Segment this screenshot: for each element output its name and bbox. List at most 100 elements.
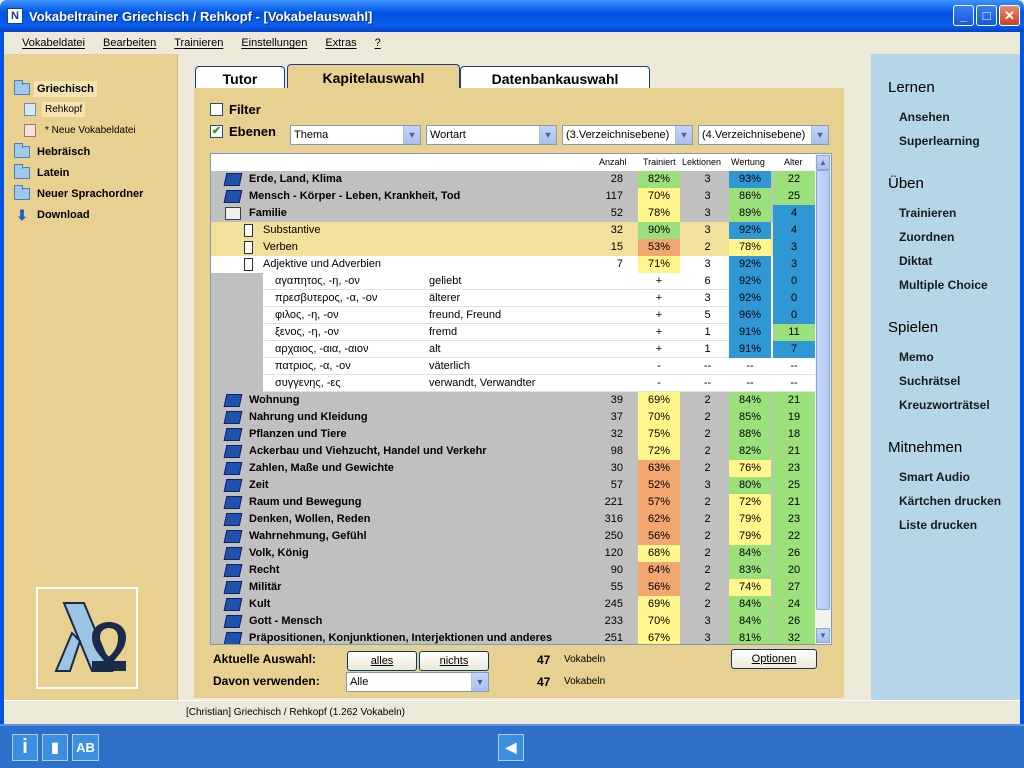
chapter-row[interactable]: Wohnung 39 69% 2 84% 21 xyxy=(211,392,815,409)
tree-item-new-file[interactable]: * Neue Vokabeldatei xyxy=(14,120,146,141)
tree-item-griechisch[interactable]: Griechisch xyxy=(14,78,146,99)
german-translation: freund, Freund xyxy=(429,309,502,321)
action-superlearning[interactable]: Superlearning xyxy=(899,134,980,148)
chapter-row[interactable]: Familie 52 78% 3 89% 4 xyxy=(211,205,815,222)
action-kreuzwortraetsel[interactable]: Kreuzworträtsel xyxy=(899,398,990,412)
book-icon xyxy=(223,496,243,509)
tab-tutor[interactable]: Tutor xyxy=(195,66,285,90)
vocab-row[interactable]: πρεσβυτερος, -α, -ον älterer +3 92% 0 xyxy=(211,290,815,307)
scroll-down-icon[interactable]: ▼ xyxy=(816,628,830,643)
chapter-name: Präpositionen, Konjunktionen, Interjekti… xyxy=(249,632,553,644)
tab-datenbankauswahl[interactable]: Datenbankauswahl xyxy=(460,66,650,90)
trained-percent: 69% xyxy=(638,596,680,613)
chapter-row[interactable]: Verben 15 53% 2 78% 3 xyxy=(211,239,815,256)
chapter-row[interactable]: Präpositionen, Konjunktionen, Interjekti… xyxy=(211,630,815,644)
action-multiple-choice[interactable]: Multiple Choice xyxy=(899,278,988,292)
row-indent xyxy=(211,290,263,307)
chevron-down-icon: ▼ xyxy=(675,126,692,144)
options-button[interactable]: Optionen xyxy=(731,649,817,669)
menu-bearbeiten[interactable]: Bearbeiten xyxy=(103,37,156,49)
chapter-count: 32 xyxy=(610,224,623,236)
chapter-row[interactable]: Militär 55 56% 2 74% 27 xyxy=(211,579,815,596)
action-memo[interactable]: Memo xyxy=(899,350,934,364)
ab-icon[interactable]: AB xyxy=(72,734,99,761)
level2-select[interactable]: Wortart ▼ xyxy=(426,125,557,145)
level1-select[interactable]: Thema ▼ xyxy=(290,125,421,145)
rating-percent: 72% xyxy=(729,494,771,511)
action-ansehen[interactable]: Ansehen xyxy=(899,110,950,124)
chapter-row[interactable]: Denken, Wollen, Reden 316 62% 2 79% 23 xyxy=(211,511,815,528)
chapter-name: Zahlen, Maße und Gewichte xyxy=(249,462,394,474)
menu-extras[interactable]: Extras xyxy=(325,37,356,49)
chapter-row[interactable]: Raum und Bewegung 221 57% 2 72% 21 xyxy=(211,494,815,511)
level4-select[interactable]: (4.Verzeichnisebene) ▼ xyxy=(698,125,829,145)
chapter-row[interactable]: Volk, König 120 68% 2 84% 26 xyxy=(211,545,815,562)
action-kaertchen-drucken[interactable]: Kärtchen drucken xyxy=(899,494,1001,508)
chapter-row[interactable]: Pflanzen und Tiere 32 75% 2 88% 18 xyxy=(211,426,815,443)
chapter-count: 316 xyxy=(604,513,623,525)
chapter-row[interactable]: Adjektive und Adverbien 7 71% 3 92% 3 xyxy=(211,256,815,273)
book-icon xyxy=(223,462,243,475)
rating-percent: 79% xyxy=(729,511,771,528)
chapter-grid[interactable]: Anzahl Trainiert Lektionen Wertung Alter… xyxy=(210,153,832,645)
select-all-button[interactable]: alles xyxy=(347,651,417,671)
level3-select[interactable]: (3.Verzeichnisebene) ▼ xyxy=(562,125,693,145)
menu-einstellungen[interactable]: Einstellungen xyxy=(241,37,307,49)
usage-select[interactable]: Alle ▼ xyxy=(346,672,489,692)
chapter-row[interactable]: Substantive 32 90% 3 92% 4 xyxy=(211,222,815,239)
maximize-button[interactable]: □ xyxy=(976,5,997,26)
scroll-thumb[interactable] xyxy=(816,170,830,610)
chapter-row[interactable]: Recht 90 64% 2 83% 20 xyxy=(211,562,815,579)
tree-item-download[interactable]: ⬇ Download xyxy=(14,204,146,225)
action-smart-audio[interactable]: Smart Audio xyxy=(899,470,970,484)
vocab-row[interactable]: φιλος, -η, -ον freund, Freund +5 96% 0 xyxy=(211,307,815,324)
greek-word: αγαπητος, -η, -ον xyxy=(275,275,360,287)
minimize-button[interactable]: _ xyxy=(953,5,974,26)
ebenen-checkbox[interactable]: ✔ xyxy=(210,125,223,138)
action-liste-drucken[interactable]: Liste drucken xyxy=(899,518,977,532)
vocab-row[interactable]: πατριος, -α, -ον väterlich - -- -- -- xyxy=(211,358,815,375)
chapter-row[interactable]: Erde, Land, Klima 28 82% 3 93% 22 xyxy=(211,171,815,188)
chapter-row[interactable]: Wahrnehmung, Gefühl 250 56% 2 79% 22 xyxy=(211,528,815,545)
vocab-row[interactable]: συγγενης, -ες verwandt, Verwandter - -- -- -- xyxy=(211,375,815,392)
book-icon[interactable]: ▮ xyxy=(42,734,68,761)
tree-item-label: Hebräisch xyxy=(37,145,91,158)
vocab-row[interactable]: αρχαιος, -αια, -αιον alt +1 91% 7 xyxy=(211,341,815,358)
grid-scrollbar[interactable]: ▲ ▼ xyxy=(815,154,831,644)
back-icon[interactable]: ◀ xyxy=(498,734,524,761)
chapter-count: 117 xyxy=(605,190,623,202)
tab-kapitelauswahl[interactable]: Kapitelauswahl xyxy=(287,64,460,90)
chapter-name: Pflanzen und Tiere xyxy=(249,428,347,440)
action-trainieren[interactable]: Trainieren xyxy=(899,206,956,220)
tree-item-latein[interactable]: Latein xyxy=(14,162,146,183)
vocab-row[interactable]: αγαπητος, -η, -ον geliebt +6 92% 0 xyxy=(211,273,815,290)
menu-vokabeldatei[interactable]: Vokabeldatei xyxy=(22,37,85,49)
action-diktat[interactable]: Diktat xyxy=(899,254,932,268)
chapter-row[interactable]: Zahlen, Maße und Gewichte 30 63% 2 76% 23 xyxy=(211,460,815,477)
lessons-count: 2 xyxy=(704,598,711,610)
lessons-count: 2 xyxy=(704,564,711,576)
filter-checkbox[interactable] xyxy=(210,103,223,116)
tree-item-rehkopf[interactable]: Rehkopf xyxy=(14,99,146,120)
action-suchraetsel[interactable]: Suchrätsel xyxy=(899,374,960,388)
menu-trainieren[interactable]: Trainieren xyxy=(174,37,223,49)
close-button[interactable]: ✕ xyxy=(999,5,1020,26)
chapter-name: Ackerbau und Viehzucht, Handel und Verke… xyxy=(249,445,487,457)
info-icon[interactable]: i xyxy=(12,734,38,761)
tree-item-hebraeisch[interactable]: Hebräisch xyxy=(14,141,146,162)
chapter-row[interactable]: Zeit 57 52% 3 80% 25 xyxy=(211,477,815,494)
scroll-up-icon[interactable]: ▲ xyxy=(816,155,830,170)
vocab-row[interactable]: ξενος, -η, -ον fremd +1 91% 11 xyxy=(211,324,815,341)
menu-help[interactable]: ? xyxy=(375,37,381,49)
lessons-count: 2 xyxy=(704,241,711,253)
action-zuordnen[interactable]: Zuordnen xyxy=(899,230,954,244)
chevron-down-icon: ▼ xyxy=(539,126,556,144)
chapter-row[interactable]: Gott - Mensch 233 70% 3 84% 26 xyxy=(211,613,815,630)
tree-item-neuer-sprachordner[interactable]: Neuer Sprachordner xyxy=(14,183,146,204)
book-icon xyxy=(223,547,243,560)
chapter-row[interactable]: Kult 245 69% 2 84% 24 xyxy=(211,596,815,613)
chapter-row[interactable]: Mensch - Körper - Leben, Krankheit, Tod 1… xyxy=(211,188,815,205)
select-none-button[interactable]: nichts xyxy=(419,651,489,671)
chapter-row[interactable]: Nahrung und Kleidung 37 70% 2 85% 19 xyxy=(211,409,815,426)
chapter-row[interactable]: Ackerbau und Viehzucht, Handel und Verke… xyxy=(211,443,815,460)
